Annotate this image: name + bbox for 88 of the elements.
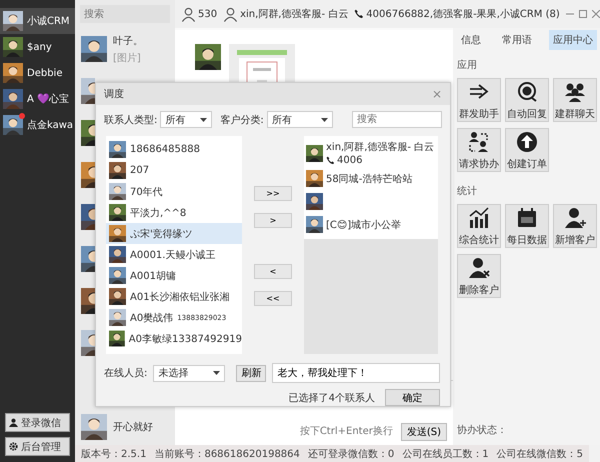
filter-select[interactable]: 所有 [266, 111, 333, 128]
phone-title: 4006766882,德强客服-果果,小诚CRM (8) [366, 8, 560, 21]
section-title: 应用 [457, 58, 478, 72]
confirm-button[interactable]: 确定 [385, 389, 440, 406]
chat-preview: [图片] [113, 52, 142, 64]
contact-item[interactable]: 18686485888 [106, 139, 242, 160]
section-title: 统计 [457, 184, 478, 198]
tab[interactable]: 应用中心 [549, 30, 597, 50]
chat-item[interactable]: 开心就好 [75, 409, 175, 445]
contact-item[interactable]: A0李敏绿13387492919 [106, 328, 242, 349]
send-button[interactable]: 发送(S) [400, 423, 447, 441]
contact-item[interactable]: A001胡镛 [106, 265, 242, 286]
chart-icon [467, 206, 491, 230]
account-item[interactable]: 小诚CRM [0, 8, 75, 34]
app-tile[interactable]: 新增客户 [553, 204, 597, 248]
account-name: 点金kawa [27, 118, 74, 132]
gear-icon [9, 442, 18, 451]
account-name: 小诚CRM [27, 14, 70, 28]
account-item[interactable]: A 💜心宝 [0, 86, 75, 112]
app-tile[interactable]: 每日数据 [505, 204, 549, 248]
caret-icon [200, 118, 208, 122]
caret-icon [320, 118, 328, 122]
phone-icon [326, 156, 335, 165]
contact-item[interactable]: A0001.天鳗小诚王 [106, 244, 242, 265]
online-select[interactable]: 未选择 [153, 364, 226, 382]
phone-icon [354, 9, 364, 19]
message-field[interactable]: 老大，帮我处理下！ [272, 363, 440, 383]
filter-label: 客户分类: [220, 114, 264, 126]
maximize-icon[interactable] [578, 10, 587, 18]
status-text: 版本号：2.5.1 [81, 448, 146, 460]
account-name: $any [27, 42, 52, 52]
contact-item[interactable]: A01长沙湘依铝业张湘 [106, 286, 242, 307]
status-text: 当前账号：868618620198864 [154, 448, 300, 460]
chosen-phone: 4006 [337, 155, 362, 166]
move-button[interactable]: << [254, 291, 292, 306]
contact-item[interactable]: 207 [106, 160, 242, 181]
chosen-name: [C😊]城市小公举 [326, 218, 402, 232]
search-field[interactable]: 搜索 [352, 111, 442, 128]
account-item[interactable]: $any [0, 34, 75, 60]
app-tile[interactable]: 群发助手 [457, 78, 501, 122]
chat-name: 叶子。 [113, 34, 143, 48]
person-remove-icon [467, 256, 491, 280]
admin-button[interactable]: 后台管理 [5, 437, 70, 456]
calendar-icon [515, 206, 539, 230]
status-text: 还可登录微信数：0 [308, 448, 394, 460]
app-tile[interactable]: 综合统计 [457, 204, 501, 248]
person-add-icon [563, 206, 587, 230]
hint-text: 按下Ctrl+Enter换行 [300, 424, 393, 438]
selected-count: 已选择了4个联系人 [288, 392, 375, 404]
app-tile[interactable]: 删除客户 [457, 254, 501, 298]
chosen-name: 58同城-浩特芒哈站 [326, 172, 412, 186]
contact-item[interactable]: 平淡力,^^8 [106, 202, 242, 223]
app-tile[interactable]: 创建订单 [505, 128, 549, 172]
app-tile[interactable]: 自动回复 [505, 78, 549, 122]
status-text: 公司在线员工数：1 [402, 448, 489, 460]
status-text: 公司在线微信数：5 [496, 448, 584, 460]
move-button[interactable]: > [254, 213, 292, 228]
dialog-title: 调度 [104, 88, 124, 101]
filter-select[interactable]: 所有 [160, 111, 212, 128]
search-field[interactable]: 搜索 [80, 5, 170, 23]
app-tile[interactable]: 请求协办 [457, 128, 501, 172]
contact-title: xin,阿群,德强客服- 白云 [240, 8, 348, 21]
refresh-button[interactable]: 刷新 [236, 364, 266, 382]
account-name: A 💜心宝 [27, 92, 70, 106]
tab[interactable]: 常用语 [498, 30, 536, 50]
chosen-name: xin,阿群,德强客服- 白云 [326, 140, 434, 154]
filter-label: 联系人类型: [104, 114, 158, 126]
chat-name: 开心就好 [113, 420, 153, 434]
person-icon [181, 6, 196, 22]
contact-item[interactable]: ぷ宋'竞得缘ツ [106, 223, 242, 244]
chat-item[interactable]: 叶子。 [图片] [75, 28, 175, 70]
account-item[interactable]: 点金kawa [0, 112, 75, 138]
close-icon[interactable] [592, 10, 600, 18]
tab[interactable]: 信息 [457, 30, 485, 50]
account-name: Debbie [27, 68, 62, 78]
move-button[interactable]: < [254, 264, 292, 279]
caret-icon [213, 371, 220, 375]
people-swap-icon [467, 130, 491, 154]
person-icon [223, 6, 238, 22]
move-button[interactable]: >> [254, 186, 292, 201]
online-count: 530 [198, 8, 218, 20]
login-button[interactable]: 登录微信 [5, 413, 70, 432]
status-label: 协办状态： [457, 424, 508, 437]
account-item[interactable]: Debbie [0, 60, 75, 86]
person-icon [9, 418, 18, 427]
app-tile[interactable]: 建群聊天 [553, 78, 597, 122]
contact-item[interactable]: 70年代 [106, 181, 242, 202]
online-label: 在线人员: [104, 366, 148, 380]
